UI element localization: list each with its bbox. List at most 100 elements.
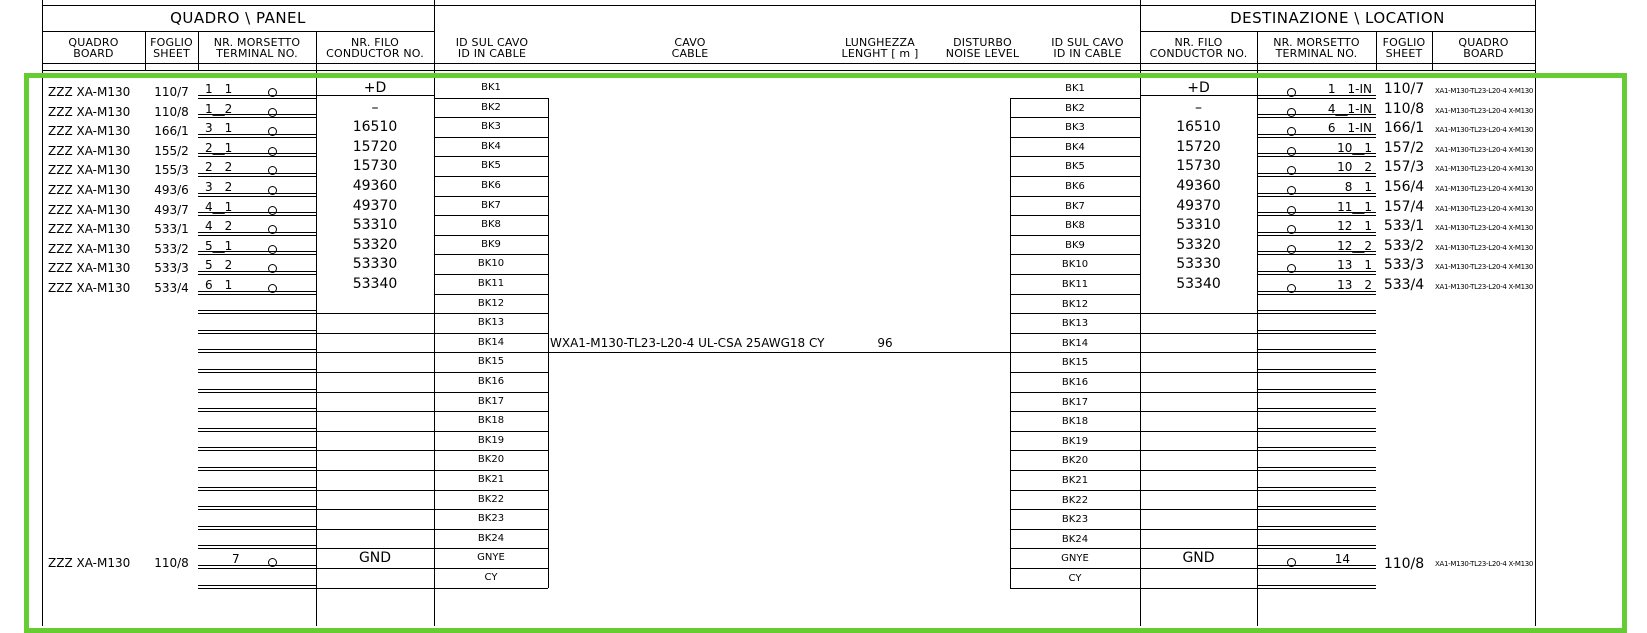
dest-terminal: 4__1-IN [1327,102,1372,116]
source-terminal: 3__1 [205,121,233,135]
terminal-circle-icon [1287,108,1296,117]
conductor-cell-line-left [316,333,434,334]
cable-id-right: BK18 [1061,416,1089,427]
source-conductor: – [371,100,379,116]
terminal-circle-icon [268,108,277,117]
cable-id-left: BK4 [481,141,501,152]
terminal-cell-line-left [198,156,316,157]
dest-sheet: 166/1 [1383,120,1425,136]
cable-id-right: BK20 [1061,455,1089,466]
conductor-cell-line-right [1140,490,1257,491]
source-conductor: 53310 [352,217,398,233]
source-terminal: 1__2 [205,102,233,116]
source-conductor: 15730 [352,158,398,174]
cable-id-left: BK12 [477,298,505,309]
cable-id-right: GNYE [1061,553,1089,564]
column-header-middle-3-line2: NOISE LEVEL [945,47,1020,60]
cable-id-right: BK6 [1065,181,1085,192]
terminal-cell-line-left [198,568,316,569]
dest-board: XA1-M130-TL23-L20-4 X-M130 [1435,244,1534,252]
conductor-cell-line-right [1140,352,1257,353]
terminal-cell-line-left [198,585,316,586]
cable-id-right: BK1 [1065,83,1085,94]
dest-terminal: 13__1 [1337,258,1372,272]
terminal-cell-line-left [198,548,316,549]
terminal-cell-line-left [198,428,316,429]
source-sheet: 533/2 [154,242,189,256]
cable-id-line-right [1010,509,1140,510]
conductor-cell-line-left [316,548,434,549]
dest-conductor: 16510 [1176,119,1221,135]
terminal-cell-line-right [1257,333,1376,334]
cable-id-right: BK9 [1065,240,1085,251]
terminal-cell-line-right [1257,294,1376,295]
terminal-cell-line-right [1257,585,1376,586]
cable-id-line-right [1010,352,1140,353]
cable-id-line-right [1010,431,1140,432]
terminal-circle-icon [268,186,277,195]
cable-id-line-right [1010,137,1140,138]
terminal-cell-line-right [1257,408,1376,409]
cable-id-left: BK21 [477,474,505,485]
cable-id-left: BK8 [481,219,501,230]
terminal-cell-line-left [198,389,316,390]
terminal-cell-line-left [198,545,316,546]
cable-id-left: BK20 [477,454,505,465]
terminal-circle-icon [268,206,277,215]
terminal-cell-line-right [1257,392,1376,393]
dest-terminal: 13__2 [1337,278,1372,292]
cable-id-left: BK3 [481,121,501,132]
dest-terminal: 8__1 [1344,180,1372,194]
column-header-left-2-line2: TERMINAL NO. [216,47,298,60]
cable-id-line-right [1010,548,1140,549]
terminal-cell-line-right [1257,428,1376,429]
cable-id-line-left [434,529,548,530]
cable-id-right: BK23 [1061,514,1089,525]
dest-terminal: 10__1 [1337,141,1372,155]
terminal-cell-line-left [198,369,316,370]
source-sheet: 110/8 [154,556,189,570]
dest-board: XA1-M130-TL23-L20-4 X-M130 [1435,205,1534,213]
dest-conductor: – [1195,100,1202,116]
cable-id-line-left [434,176,548,177]
terminal-cell-line-left [198,352,316,353]
source-board: ZZZ XA-M130 [48,105,131,119]
conductor-cell-line-right [1140,411,1257,412]
conductor-cell-line-left [316,431,434,432]
cable-id-line-left [434,215,548,216]
cable-id-line-left [434,431,548,432]
cable-id-left: BK10 [477,258,505,269]
dest-conductor: 53340 [1176,276,1221,292]
source-conductor: GND [358,550,392,566]
source-sheet: 493/7 [154,203,189,217]
cable-id-line-right [1010,215,1140,216]
column-header-right-2-line2: SHEET [1385,47,1423,60]
cable-id-line-right [1010,117,1140,118]
source-conductor: 49360 [352,178,398,194]
dest-sheet: 110/8 [1383,556,1425,572]
terminal-cell-line-right [1257,548,1376,549]
terminal-cell-line-left [198,310,316,311]
dest-terminal: 1__1-IN [1327,82,1372,96]
source-board: ZZZ XA-M130 [48,281,131,295]
cable-id-line-left [434,196,548,197]
terminal-cell-line-left [198,235,316,236]
terminal-cell-line-right [1257,330,1376,331]
cable-id-left: BK1 [481,82,501,93]
terminal-cell-line-right [1257,156,1376,157]
column-header-right-1-line2: TERMINAL NO. [1275,47,1358,60]
dest-conductor: 15720 [1176,139,1221,155]
cable-id-right: BK4 [1065,142,1085,153]
terminal-cell-line-right [1257,176,1376,177]
header-double-line [42,70,1535,71]
column-header-left-1-line2: SHEET [153,47,190,60]
header-top-line [42,5,1535,6]
terminal-cell-line-left [198,588,316,589]
cable-id-line-left [434,98,548,99]
cable-id-line-right [1010,411,1140,412]
conductor-cell-line-left [316,352,434,353]
source-board: ZZZ XA-M130 [48,242,131,256]
cable-id-right: BK3 [1065,122,1085,133]
source-conductor: 15720 [352,139,398,155]
cable-id-right: BK17 [1061,397,1089,408]
